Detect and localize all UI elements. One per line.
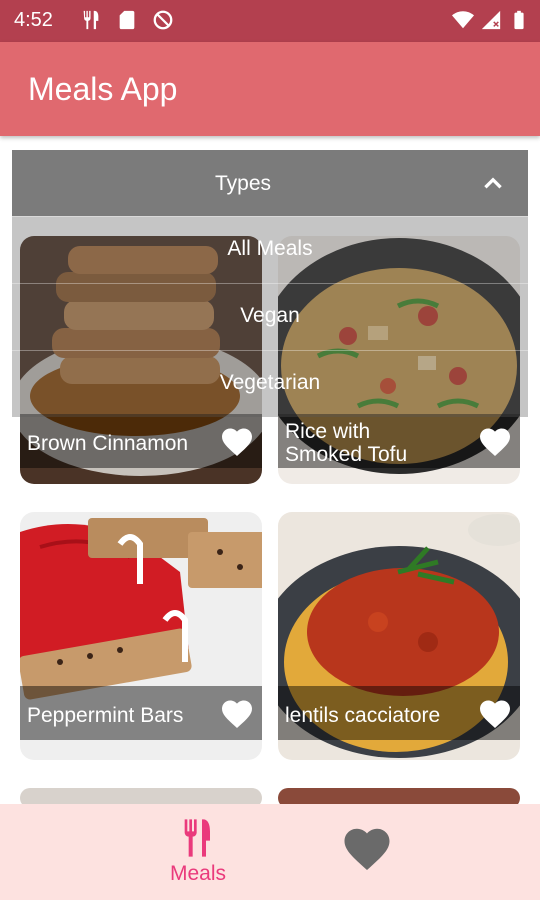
meal-card-peppermint-bars[interactable]: Peppermint Bars	[20, 512, 262, 760]
restaurant-icon	[184, 819, 210, 857]
heart-icon[interactable]	[218, 696, 256, 732]
app-title: Meals App	[28, 71, 178, 107]
type-filter-dropdown[interactable]: Types All Meals Vegan Vegetarian	[12, 150, 528, 417]
meal-name: lentils cacciatore	[285, 704, 441, 727]
wifi-icon	[452, 11, 474, 29]
heart-icon[interactable]	[476, 424, 514, 460]
meal-card-partial[interactable]	[20, 788, 262, 804]
bottom-navigation: Meals	[0, 804, 540, 900]
restaurant-icon	[83, 10, 99, 30]
chevron-up-icon[interactable]	[480, 170, 506, 196]
battery-icon	[514, 10, 524, 30]
heart-icon[interactable]	[218, 424, 256, 460]
dropdown-option-all-meals[interactable]: All Meals	[12, 216, 528, 283]
meal-name: Rice with Smoked Tofu	[285, 420, 408, 466]
meal-name: Peppermint Bars	[27, 704, 184, 727]
sd-card-icon	[119, 10, 135, 30]
nav-tab-meals-label: Meals	[169, 862, 227, 885]
dropdown-header[interactable]: Types	[12, 150, 528, 216]
meal-card-partial[interactable]	[278, 788, 520, 804]
app-bar: Meals App	[0, 42, 540, 136]
meal-name: Brown Cinnamon	[27, 432, 189, 455]
meal-card-lentils-cacciatore[interactable]: lentils cacciatore	[278, 512, 520, 760]
nav-tab-favorites-heart-icon[interactable]	[340, 822, 394, 876]
dropdown-option-vegetarian[interactable]: Vegetarian	[12, 350, 528, 417]
dropdown-label: Types	[214, 172, 272, 195]
status-bar: 4:52	[0, 0, 540, 42]
status-time: 4:52	[14, 9, 53, 31]
dropdown-option-vegan[interactable]: Vegan	[12, 283, 528, 350]
do-not-disturb-icon	[153, 10, 173, 30]
nav-tab-meals[interactable]: Meals	[150, 804, 246, 900]
heart-icon[interactable]	[476, 696, 514, 732]
signal-icon	[481, 10, 501, 30]
